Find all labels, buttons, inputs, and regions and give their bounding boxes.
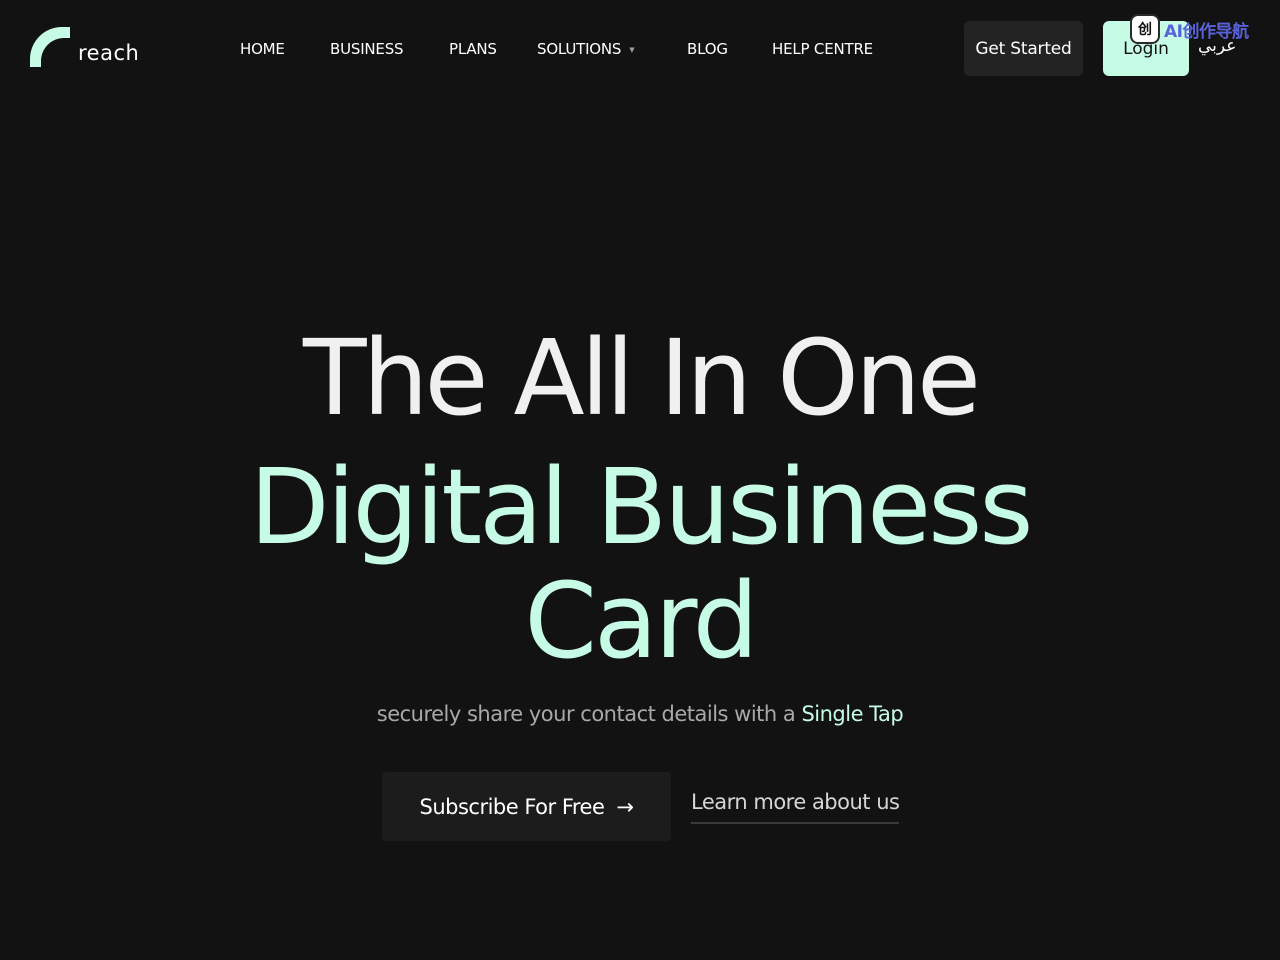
nav-item-blog[interactable]: BLOG [687, 38, 728, 60]
nav-item-solutions-label: SOLUTIONS [537, 40, 622, 58]
chevron-down-icon: ▼ [629, 45, 635, 54]
extension-badge-text: AI创作导航 [1164, 21, 1249, 42]
extension-badge[interactable]: 创 AI创作导航 [1130, 14, 1249, 44]
hero-title-line-1: The All In One [303, 317, 981, 439]
main-nav: HOME BUSINESS PLANS SOLUTIONS ▼ BLOG HELP… [0, 38, 1280, 60]
nav-item-plans[interactable]: PLANS [449, 38, 497, 60]
hero-subtitle-highlight: Single Tap [801, 702, 904, 726]
extension-icon: 创 [1130, 14, 1160, 44]
hero-title-line-2: Digital Business [249, 446, 1034, 568]
nav-item-business[interactable]: BUSINESS [330, 38, 404, 60]
page: reach HOME BUSINESS PLANS SOLUTIONS ▼ BLO… [0, 0, 1280, 960]
learn-more-link[interactable]: Learn more about us [691, 790, 900, 824]
nav-item-home[interactable]: HOME [240, 38, 285, 60]
nav-item-help-centre[interactable]: HELP CENTRE [772, 38, 873, 60]
get-started-button[interactable]: Get Started [964, 21, 1083, 76]
nav-item-solutions[interactable]: SOLUTIONS ▼ [537, 38, 635, 61]
hero-subtitle: securely share your contact details with… [0, 702, 1280, 726]
hero-title-line-3: Card [524, 560, 758, 682]
arrow-right-icon: → [616, 794, 634, 819]
subscribe-button-label: Subscribe For Free [419, 794, 605, 819]
hero-subtitle-text: securely share your contact details with… [376, 702, 802, 726]
subscribe-button[interactable]: Subscribe For Free → [382, 772, 671, 841]
